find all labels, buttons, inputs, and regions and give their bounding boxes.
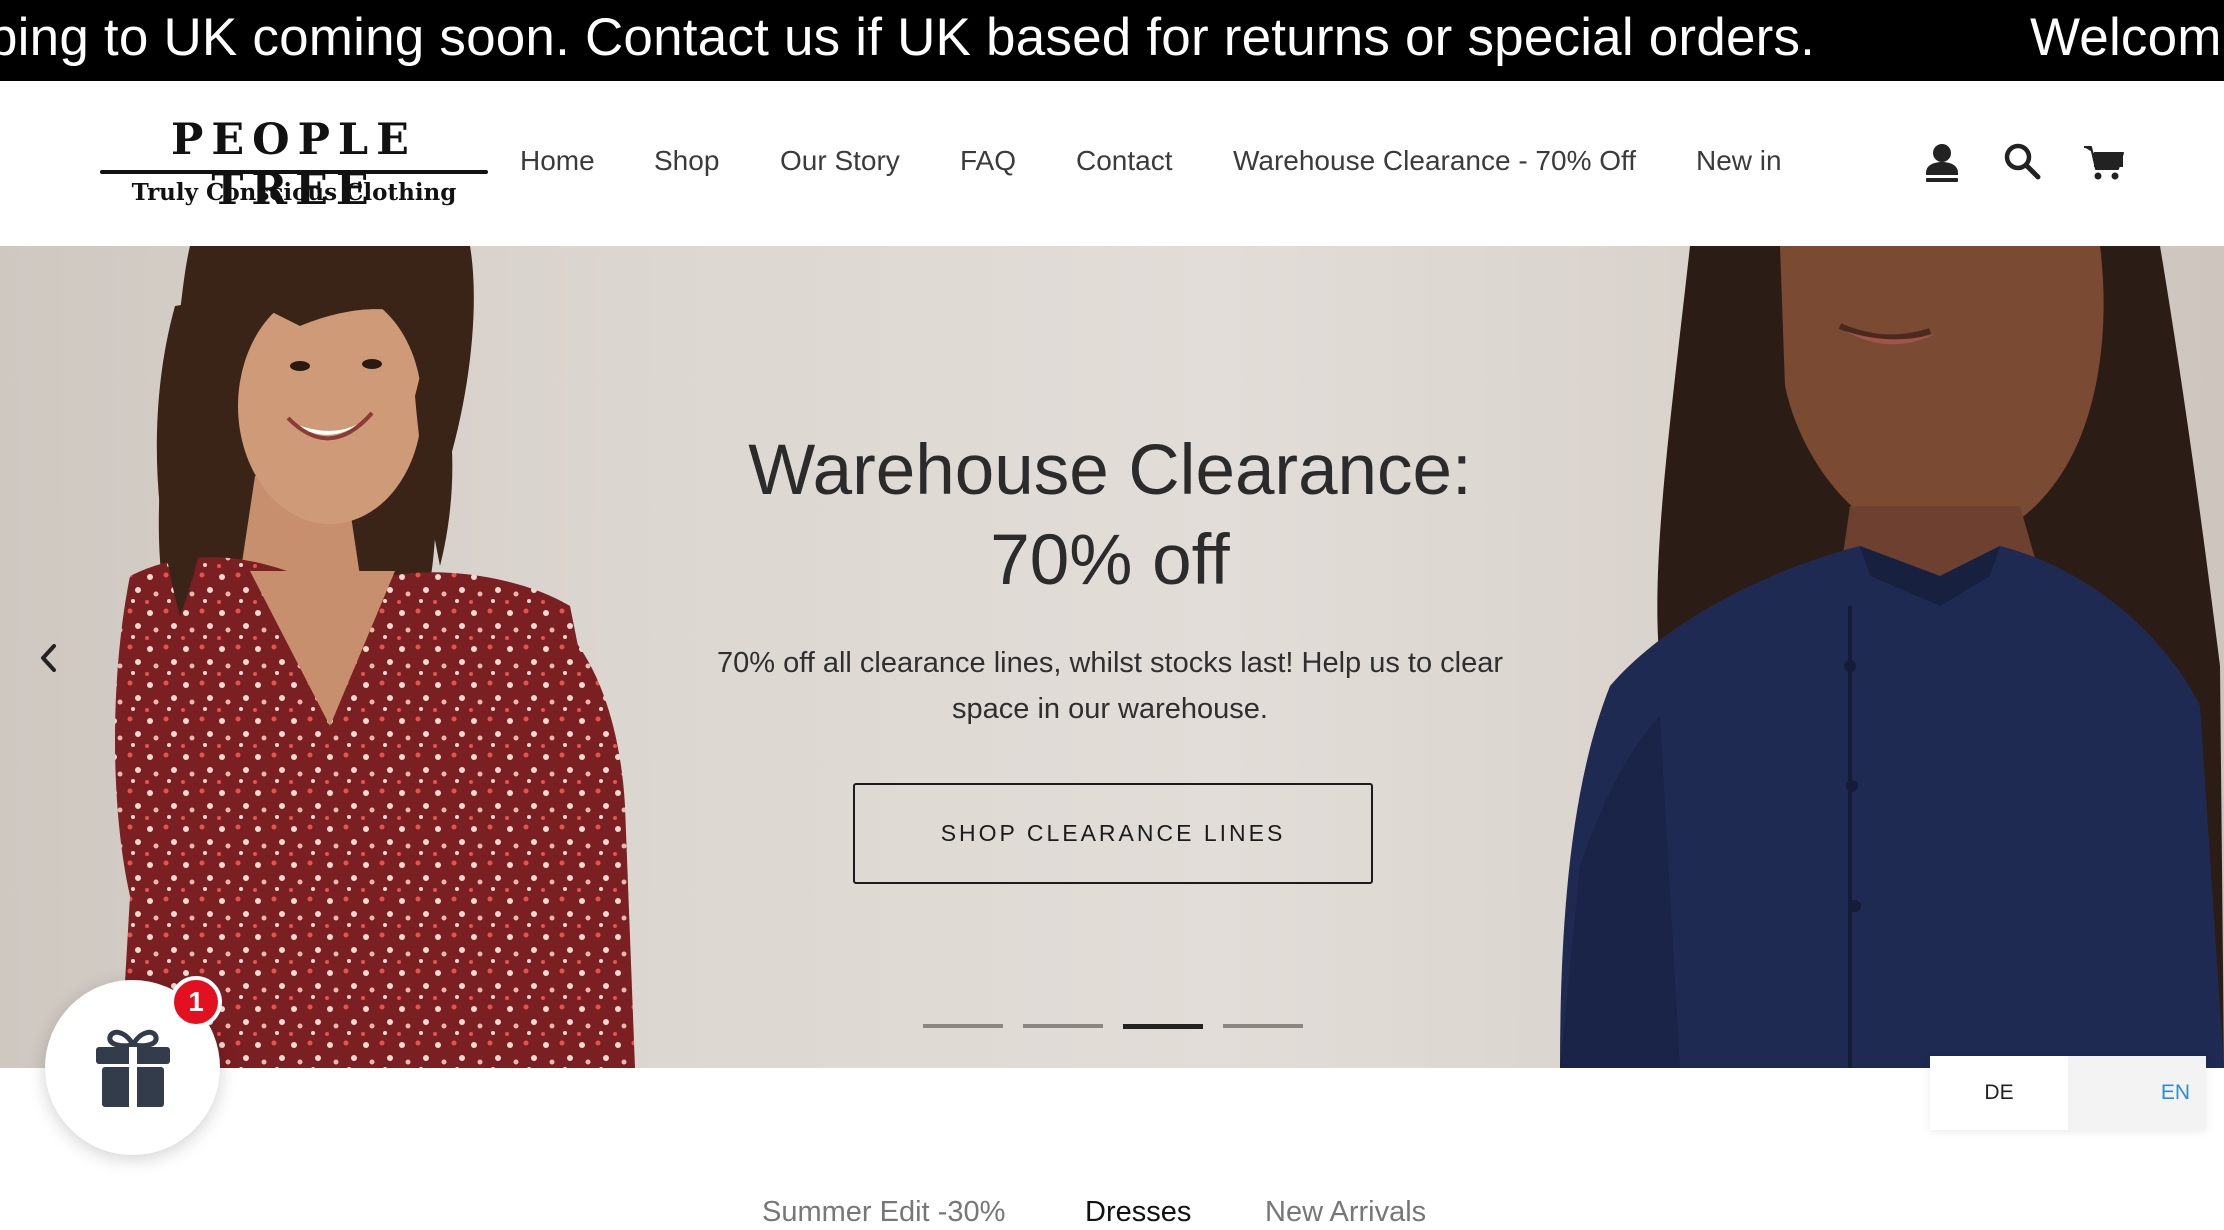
chevron-left-icon[interactable] [34,638,64,678]
logo-tagline: Truly Conscious Clothing [131,179,457,206]
slide-indicators [0,1024,2224,1032]
hero-title: Warehouse Clearance: 70% off [640,426,1580,606]
cart-icon[interactable] [2082,139,2126,183]
slide-dot-3[interactable] [1123,1024,1203,1029]
hero-slider: Warehouse Clearance: 70% off 70% off all… [0,246,2224,1068]
search-icon[interactable] [2000,139,2044,183]
gift-widget[interactable]: 1 [45,976,222,1155]
page: ping to UK coming soon. Contact us if UK… [0,0,2224,1230]
tab-summer-edit[interactable]: Summer Edit -30% [762,1192,1005,1230]
language-switcher: DE EN [1930,1056,2206,1130]
nav-faq[interactable]: FAQ [960,141,1016,181]
slide-dot-4[interactable] [1223,1024,1303,1028]
hero-title-line-2: 70% off [990,521,1230,600]
shop-clearance-button[interactable]: SHOP CLEARANCE LINES [853,783,1373,884]
slide-dot-2[interactable] [1023,1024,1103,1028]
hero-subtitle: 70% off all clearance lines, whilst stoc… [640,640,1580,732]
language-option-en[interactable]: EN [2068,1056,2206,1130]
announcement-bar: ping to UK coming soon. Contact us if UK… [0,0,2224,81]
notification-badge: 1 [170,976,222,1028]
hero-subtitle-line-1: 70% off all clearance lines, whilst stoc… [716,647,1504,679]
category-tabs: Summer Edit -30% Dresses New Arrivals [0,1192,2224,1230]
nav-home[interactable]: Home [520,141,595,181]
gift-icon [95,1029,170,1107]
nav-warehouse-clearance[interactable]: Warehouse Clearance - 70% Off [1233,141,1636,181]
nav-new-in[interactable]: New in [1696,141,1782,181]
hero-model-left-image [115,246,635,1068]
account-icon[interactable] [1920,139,1964,183]
site-header: PEOPLE TREE Truly Conscious Clothing Hom… [0,81,2224,246]
tab-new-arrivals[interactable]: New Arrivals [1265,1192,1426,1230]
announcement-message: ping to UK coming soon. Contact us if UK… [0,8,1816,67]
slide-dot-1[interactable] [923,1024,1003,1028]
nav-contact[interactable]: Contact [1076,141,1173,181]
logo-underline [100,170,488,174]
announcement-message-next: Welcom [2030,8,2222,67]
tab-dresses[interactable]: Dresses [1085,1192,1191,1230]
nav-shop[interactable]: Shop [654,141,719,181]
logo[interactable]: PEOPLE TREE Truly Conscious Clothing [98,115,490,215]
language-option-de[interactable]: DE [1930,1056,2068,1130]
hero-content: Warehouse Clearance: 70% off 70% off all… [640,426,1580,732]
nav-our-story[interactable]: Our Story [780,141,900,181]
hero-subtitle-line-2: space in our warehouse. [952,693,1268,725]
hero-title-line-1: Warehouse Clearance: [748,431,1472,510]
hero-model-right-image [1560,246,2224,1068]
